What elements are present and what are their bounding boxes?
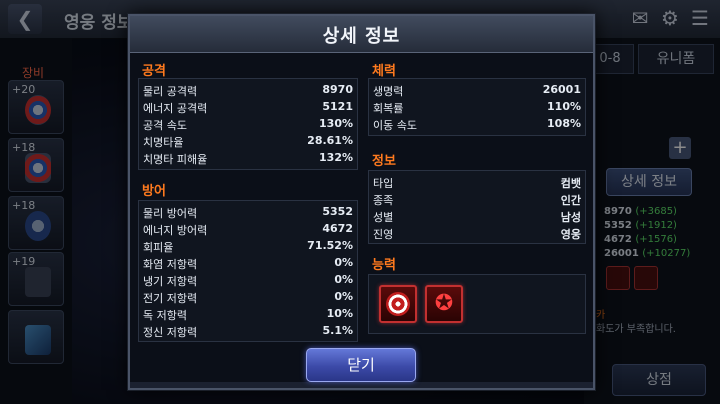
info-value: 컴뱃 [560, 177, 581, 190]
section-title-health: 체력 [372, 64, 396, 79]
stat-value: 26001 [542, 83, 581, 96]
stat-value: 108% [547, 117, 581, 130]
stat-label: 치명타율 [143, 136, 184, 149]
info-value: 인간 [560, 194, 581, 207]
dialog-title: 상세 정보 [322, 26, 401, 47]
stat-row: 생명력 26001 [373, 83, 581, 99]
stat-row: 공격 속도 130% [143, 117, 353, 133]
stat-row: 치명타 피해율 132% [143, 151, 353, 167]
info-label: 진영 [373, 228, 394, 241]
stat-value: 130% [319, 117, 353, 130]
stat-value: 8970 [322, 83, 353, 96]
stat-value: 0% [334, 273, 353, 286]
info-value: 영웅 [560, 228, 581, 241]
stat-row: 치명타율 28.61% [143, 134, 353, 150]
stat-row: 화염 저항력 0% [143, 256, 353, 272]
health-stats-box: 생명력 26001 회복률 110% 이동 속도 108% [368, 78, 586, 136]
stat-row: 물리 공격력 8970 [143, 83, 353, 99]
info-label: 성별 [373, 211, 394, 224]
info-row: 성별 남성 [373, 209, 581, 225]
stat-value: 110% [547, 100, 581, 113]
stat-value: 5121 [322, 100, 353, 113]
stat-row: 회피율 71.52% [143, 239, 353, 255]
stat-value: 132% [319, 151, 353, 164]
stat-label: 에너지 방어력 [143, 224, 208, 237]
stat-row: 냉기 저항력 0% [143, 273, 353, 289]
info-row: 종족 인간 [373, 192, 581, 208]
stat-label: 이동 속도 [373, 119, 417, 132]
stat-row: 에너지 공격력 5121 [143, 100, 353, 116]
stat-label: 공격 속도 [143, 119, 187, 132]
info-row: 타입 컴뱃 [373, 175, 581, 191]
dialog-footer [130, 382, 593, 388]
close-button[interactable]: 닫기 [306, 348, 416, 382]
stat-row: 정신 저항력 5.1% [143, 324, 353, 340]
stat-value: 0% [334, 290, 353, 303]
stat-row: 물리 방어력 5352 [143, 205, 353, 221]
attack-stats-box: 물리 공격력 8970 에너지 공격력 5121 공격 속도 130% 치명타율 28.… [138, 78, 358, 170]
section-title-info: 정보 [372, 154, 396, 169]
stat-value: 5.1% [322, 324, 353, 337]
stat-row: 독 저항력 10% [143, 307, 353, 323]
section-title-attack: 공격 [142, 64, 166, 79]
stat-label: 회복률 [373, 102, 404, 115]
stat-label: 물리 방어력 [143, 207, 198, 220]
ability-slot-2[interactable]: ✪ [425, 285, 463, 323]
section-title-defense: 방어 [142, 184, 166, 199]
stat-row: 회복률 110% [373, 100, 581, 116]
section-title-ability: 능력 [372, 258, 396, 273]
ability-box: ✪ [368, 274, 586, 334]
stat-label: 물리 공격력 [143, 85, 198, 98]
stat-label: 냉기 저항력 [143, 275, 198, 288]
stat-label: 회피율 [143, 241, 174, 254]
ability-slot-1[interactable] [379, 285, 417, 323]
shield-icon [386, 292, 410, 316]
stat-value: 28.61% [307, 134, 353, 147]
detail-info-dialog: 상세 정보 공격 물리 공격력 8970 에너지 공격력 5121 공격 속도 130… [128, 14, 595, 390]
stat-label: 에너지 공격력 [143, 102, 208, 115]
stat-row: 전기 저항력 0% [143, 290, 353, 306]
stat-row: 이동 속도 108% [373, 117, 581, 133]
stat-value: 0% [334, 256, 353, 269]
stat-label: 정신 저항력 [143, 326, 198, 339]
info-label: 종족 [373, 194, 394, 207]
info-value: 남성 [560, 211, 581, 224]
info-row: 진영 영웅 [373, 226, 581, 242]
stat-label: 화염 저항력 [143, 258, 198, 271]
stat-label: 전기 저항력 [143, 292, 198, 305]
stat-row: 에너지 방어력 4672 [143, 222, 353, 238]
stat-value: 4672 [322, 222, 353, 235]
stat-label: 생명력 [373, 85, 404, 98]
stat-value: 71.52% [307, 239, 353, 252]
info-label: 타입 [373, 177, 394, 190]
info-box: 타입 컴뱃 종족 인간 성별 남성 진영 영웅 [368, 170, 586, 244]
stat-value: 5352 [322, 205, 353, 218]
defense-stats-box: 물리 방어력 5352 에너지 방어력 4672 회피율 71.52% 화염 저항력 0… [138, 200, 358, 342]
dialog-header: 상세 정보 [130, 16, 593, 53]
stat-label: 치명타 피해율 [143, 153, 208, 166]
medal-icon: ✪ [434, 291, 454, 316]
stat-value: 10% [326, 307, 353, 320]
stat-label: 독 저항력 [143, 309, 187, 322]
